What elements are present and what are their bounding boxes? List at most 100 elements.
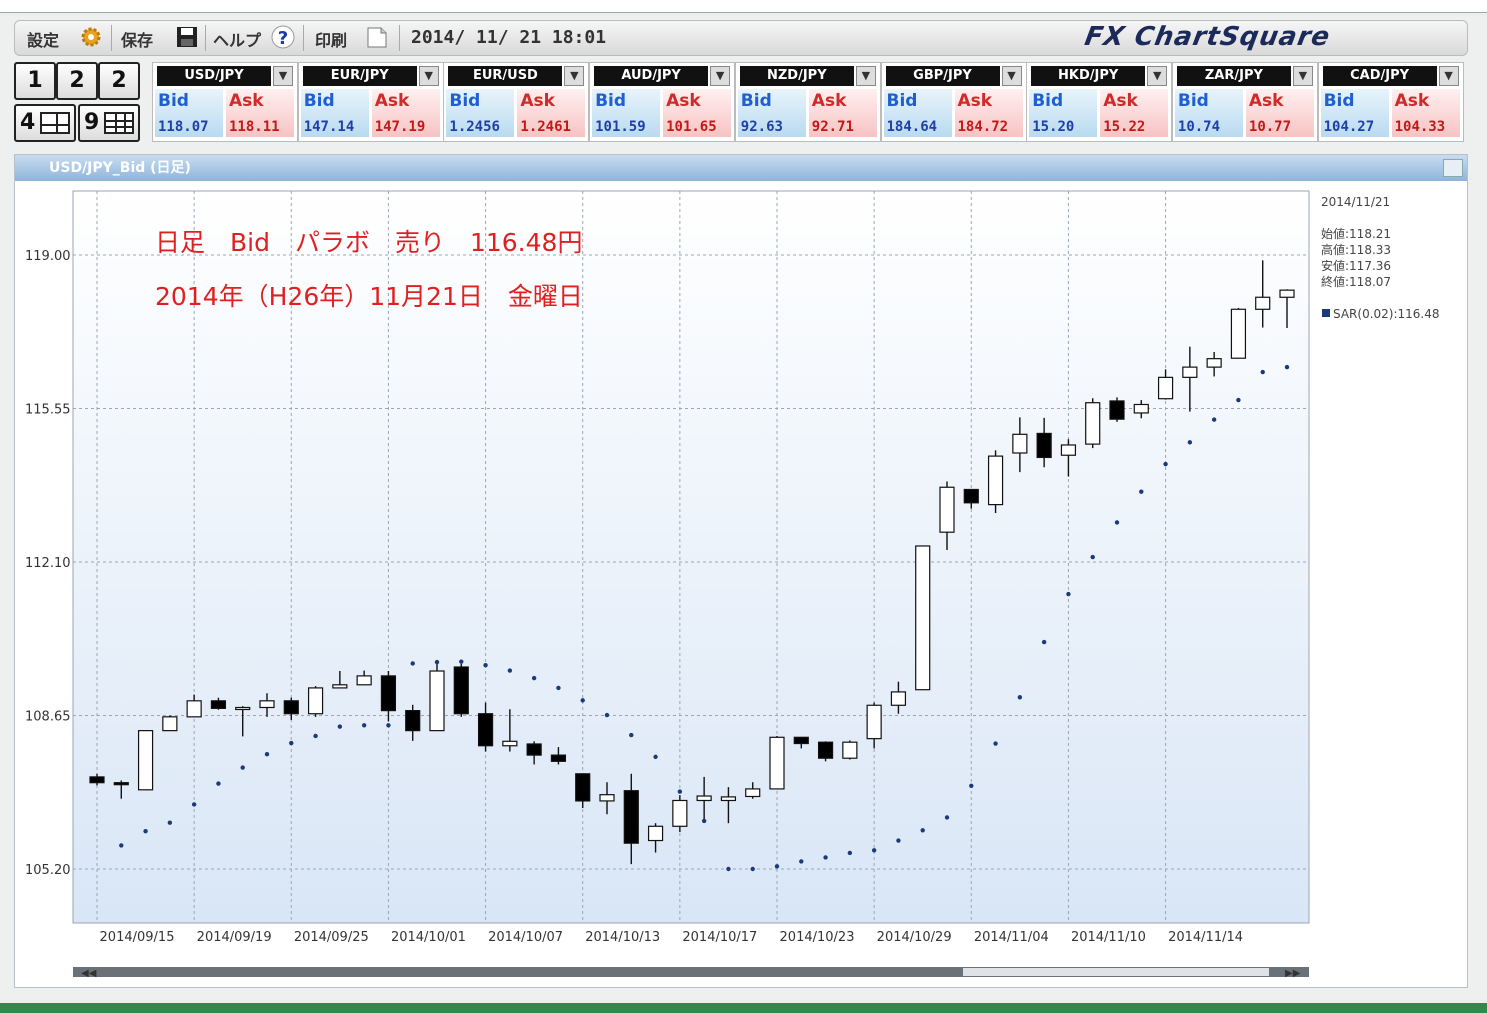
pair-name[interactable]: ZAR/JPY [1176,66,1291,86]
chevron-down-icon[interactable]: ▼ [1292,66,1313,86]
pair-quote-zar-jpy: ZAR/JPY ▼ Bid 10.74 Ask 10.77 [1171,62,1318,142]
pair-name[interactable]: HKD/JPY [1031,66,1146,86]
chevron-down-icon[interactable]: ▼ [564,66,585,86]
ask-button[interactable]: Ask 104.33 [1391,89,1460,137]
bid-button[interactable]: Bid 104.27 [1320,89,1389,137]
toolbar-divider [205,25,206,51]
chevron-down-icon[interactable]: ▼ [418,66,439,86]
bid-price: 184.64 [886,119,938,135]
layout-2-vertical-button[interactable]: 2 [56,62,98,100]
sar-point [531,675,537,681]
pair-name[interactable]: NZD/JPY [739,66,854,86]
toolbar-divider [399,25,400,51]
candle-body [1085,402,1101,445]
bid-button[interactable]: Bid 10.74 [1174,89,1243,137]
sar-point [1260,369,1265,375]
x-tick-label: 2014/10/17 [682,930,757,945]
current-datetime: 2014/ 11/ 21 18:01 [411,27,607,48]
ask-label: Ask [957,91,993,111]
layout-9-button[interactable]: 9 [78,104,140,142]
ask-button[interactable]: Ask 101.65 [663,89,732,137]
x-tick-label: 2014/10/01 [391,930,466,945]
gear-icon[interactable] [79,25,103,49]
sar-point [993,741,998,746]
chevron-down-icon[interactable]: ▼ [855,66,876,86]
candle-body [1255,296,1271,310]
sar-point [1041,639,1047,645]
sar-point [944,815,950,820]
save-button[interactable]: 保存 [121,27,153,51]
floppy-disk-icon[interactable] [175,25,199,49]
sar-point [799,859,804,864]
bid-button[interactable]: Bid 147.14 [300,89,369,137]
sar-point [1163,461,1168,467]
sar-point [289,740,294,746]
ask-label: Ask [666,91,701,111]
ohlc-info: 高値:118.33 [1321,242,1391,257]
help-button[interactable]: ヘルプ [213,27,261,51]
candle-body [745,788,761,798]
candle-body [987,455,1004,506]
candle-body [259,700,275,709]
ask-button[interactable]: Ask 92.71 [808,89,877,137]
chevron-down-icon[interactable]: ▼ [1001,66,1022,86]
ask-label: Ask [374,91,410,111]
bid-button[interactable]: Bid 15.20 [1029,89,1098,137]
ask-label: Ask [520,91,555,111]
candle-body [1157,376,1174,400]
x-tick-label: 2014/10/07 [488,930,563,945]
ask-button[interactable]: Ask 10.77 [1245,89,1314,137]
pair-quote-nzd-jpy: NZD/JPY ▼ Bid 92.63 Ask 92.71 [734,62,881,142]
pair-name[interactable]: GBP/JPY [885,66,1000,86]
pair-name[interactable]: EUR/USD [448,66,563,86]
print-page-icon[interactable] [365,25,389,49]
grid-4-icon [40,112,70,134]
chevron-down-icon[interactable]: ▼ [710,66,731,86]
bid-button[interactable]: Bid 92.63 [737,89,806,137]
pair-name[interactable]: AUD/JPY [594,66,709,86]
ask-label: Ask [229,91,264,111]
bid-price: 15.20 [1032,119,1075,135]
sar-point [1284,364,1290,370]
bid-button[interactable]: Bid 184.64 [883,89,952,137]
layout-4-button[interactable]: 4 [14,104,76,142]
bid-button[interactable]: Bid 101.59 [592,89,661,137]
candle-body [113,782,129,786]
sar-point [556,685,561,691]
chart-scrollbar-thumb [963,968,1269,976]
pair-name[interactable]: USD/JPY [157,66,271,86]
pair-quote-cad-jpy: CAD/JPY ▼ Bid 104.27 Ask 104.33 [1317,62,1464,142]
pair-name[interactable]: CAD/JPY [1322,66,1437,86]
sar-point [969,783,974,788]
layout-1-button[interactable]: 1 [14,62,56,100]
ask-button[interactable]: Ask 15.22 [1100,89,1169,137]
ask-price: 147.19 [374,119,426,135]
ask-button[interactable]: Ask 184.72 [954,89,1023,137]
bid-button[interactable]: Bid 118.07 [155,89,223,137]
ask-price: 104.33 [1394,119,1446,135]
bid-button[interactable]: Bid 1.2456 [446,89,515,137]
ask-button[interactable]: Ask 1.2461 [517,89,586,137]
chevron-down-icon[interactable]: ▼ [273,66,293,86]
ask-button[interactable]: Ask 147.19 [371,89,440,137]
x-tick-label: 2014/10/29 [877,930,952,945]
pair-name[interactable]: EUR/JPY [302,66,417,86]
candle-body [1133,403,1149,414]
candle-body [162,716,178,732]
bid-label: Bid [303,91,335,111]
layout-9-label: 9 [84,110,100,135]
candle-body [793,736,809,745]
settings-button[interactable]: 設定 [27,27,59,51]
bid-price: 1.2456 [449,119,500,135]
help-question-icon[interactable]: ? [271,25,295,49]
ask-button[interactable]: Ask 118.11 [226,89,294,137]
print-button[interactable]: 印刷 [315,27,347,51]
grid-9-icon [104,112,134,134]
sar-point [1017,695,1023,700]
chevron-down-icon[interactable]: ▼ [1147,66,1168,86]
sar-point [119,843,124,848]
candlestick-chart[interactable]: 105.20 108.65 112.10 115.55 119.00 2014/09/15… [15,155,1467,987]
candle-body [380,675,397,712]
layout-2-horizontal-button[interactable]: 2 [98,62,140,100]
chevron-down-icon[interactable]: ▼ [1438,66,1459,86]
